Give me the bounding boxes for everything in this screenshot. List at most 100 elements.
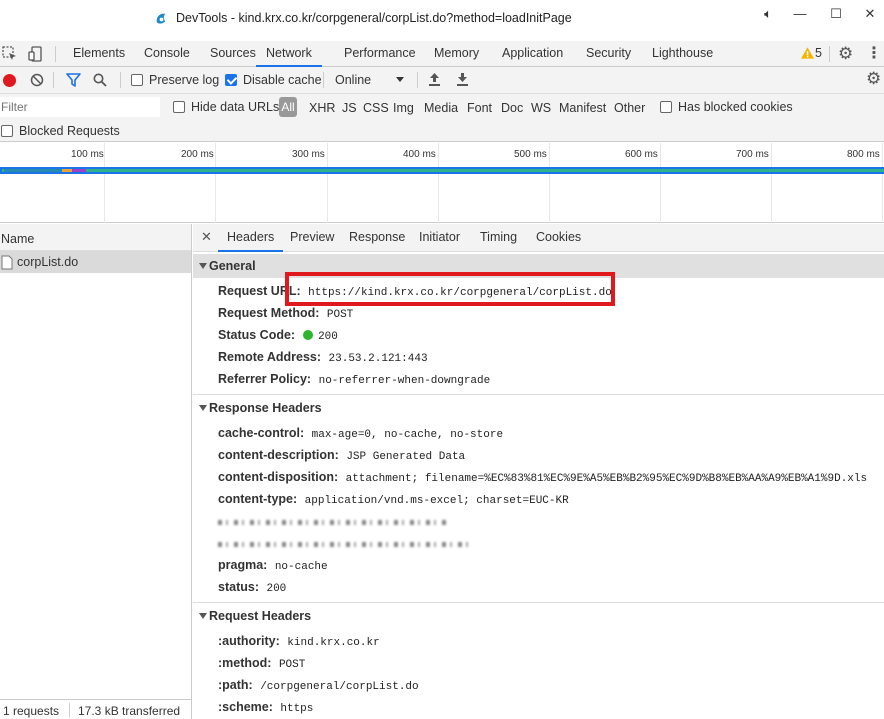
filter-type-other[interactable]: Other (614, 101, 645, 115)
filter-type-img[interactable]: Img (393, 101, 414, 115)
tab-initiator[interactable]: Initiator (419, 224, 460, 252)
throttling-select[interactable]: Online (335, 73, 371, 87)
has-blocked-cookies-label[interactable]: Has blocked cookies (678, 100, 793, 114)
minimize-button[interactable]: — (788, 4, 812, 24)
close-button[interactable]: ✕ (858, 4, 882, 24)
timeline-gridline (104, 143, 105, 223)
header-value[interactable]: 200 (266, 583, 286, 595)
header-key: content-description: (218, 448, 339, 462)
devtools-logo-icon (156, 13, 166, 24)
timeline-gridline (438, 143, 439, 223)
tab-application[interactable]: Application (502, 41, 563, 67)
request-header-row: :path: /corpgeneral/corpList.do (218, 678, 419, 693)
response-header-row: pragma: no-cache (218, 558, 328, 573)
warnings-count[interactable]: 5 (815, 46, 822, 60)
status-code-value[interactable]: 200 (318, 331, 338, 343)
remote-address-value[interactable]: 23.53.2.121:443 (329, 353, 428, 365)
timeline-bar-ssl (72, 169, 86, 172)
hide-data-urls-label[interactable]: Hide data URLs (191, 100, 279, 114)
request-method-key: Request Method: (218, 306, 320, 320)
more-options-icon[interactable]: ⋮ (866, 43, 882, 63)
name-column-label[interactable]: Name (1, 232, 34, 246)
header-value[interactable]: kind.krx.co.kr (287, 637, 379, 649)
preserve-log-checkbox[interactable] (131, 74, 143, 86)
referrer-policy-value[interactable]: no-referrer-when-downgrade (319, 375, 491, 387)
tab-console[interactable]: Console (144, 41, 190, 67)
tab-preview[interactable]: Preview (290, 224, 334, 252)
clear-icon[interactable] (30, 73, 44, 87)
tab-security[interactable]: Security (586, 41, 631, 67)
filter-input[interactable] (0, 97, 160, 117)
request-headers-section-header[interactable]: Request Headers (193, 604, 884, 628)
header-value[interactable]: POST (279, 659, 305, 671)
timeline-overview[interactable]: 100 ms 200 ms 300 ms 400 ms 500 ms 600 m… (0, 143, 884, 223)
tab-response[interactable]: Response (349, 224, 405, 252)
filter-type-media[interactable]: Media (424, 101, 458, 115)
record-icon[interactable] (3, 74, 16, 87)
header-value[interactable]: application/vnd.ms-excel; charset=EUC-KR (305, 495, 569, 507)
preserve-log-label[interactable]: Preserve log (149, 73, 219, 87)
close-details-icon[interactable]: ✕ (201, 229, 212, 245)
timeline-tick-label: 300 ms (292, 149, 325, 160)
search-icon[interactable] (93, 73, 107, 87)
response-headers-section-header[interactable]: Response Headers (193, 396, 884, 420)
request-name[interactable]: corpList.do (17, 255, 78, 269)
header-value[interactable]: https (280, 703, 313, 715)
tab-cookies[interactable]: Cookies (536, 224, 581, 252)
header-value[interactable]: JSP Generated Data (346, 451, 465, 463)
settings-gear-icon[interactable]: ⚙ (838, 44, 853, 64)
caret-down-icon (199, 613, 207, 619)
filter-type-manifest[interactable]: Manifest (559, 101, 606, 115)
timeline-bar-content-download (2, 169, 884, 172)
tab-performance[interactable]: Performance (344, 41, 416, 67)
filter-type-xhr[interactable]: XHR (309, 101, 335, 115)
header-value[interactable]: attachment; filename=%EC%83%81%EC%9E%A5%… (346, 473, 868, 485)
filter-type-ws[interactable]: WS (531, 101, 551, 115)
disable-cache-checkbox[interactable] (225, 74, 237, 86)
disable-cache-label[interactable]: Disable cache (243, 73, 322, 87)
filter-icon[interactable] (66, 73, 81, 87)
response-header-row: content-disposition: attachment; filenam… (218, 470, 867, 485)
header-value[interactable]: no-cache (275, 561, 328, 573)
tab-sources[interactable]: Sources (210, 41, 256, 67)
tab-elements[interactable]: Elements (73, 41, 125, 67)
filter-type-css[interactable]: CSS (363, 101, 389, 115)
response-header-row: content-type: application/vnd.ms-excel; … (218, 492, 569, 507)
filter-type-doc[interactable]: Doc (501, 101, 523, 115)
header-key: content-type: (218, 492, 298, 506)
filter-type-all[interactable]: All (279, 97, 297, 117)
tab-memory[interactable]: Memory (434, 41, 479, 67)
blocked-requests-checkbox[interactable] (1, 125, 13, 137)
timeline-tick-label: 100 ms (71, 149, 104, 160)
filter-type-font[interactable]: Font (467, 101, 492, 115)
warning-icon[interactable] (801, 47, 814, 59)
tab-lighthouse[interactable]: Lighthouse (652, 41, 713, 67)
speaker-icon[interactable]: 🔈︎ (756, 4, 780, 24)
header-value[interactable]: max-age=0, no-cache, no-store (312, 429, 503, 441)
device-toolbar-icon[interactable] (28, 46, 44, 62)
toolbar-divider (323, 72, 324, 88)
redacted-header-row (218, 520, 448, 525)
hide-data-urls-checkbox[interactable] (173, 101, 185, 113)
filter-type-js[interactable]: JS (342, 101, 357, 115)
name-column-header[interactable]: Name (0, 224, 191, 251)
request-row[interactable]: corpList.do (0, 251, 191, 273)
blocked-requests-label[interactable]: Blocked Requests (19, 124, 120, 138)
chevron-down-icon[interactable] (396, 77, 404, 82)
export-har-icon[interactable] (456, 72, 469, 87)
timeline-tick-label: 600 ms (625, 149, 658, 160)
import-har-icon[interactable] (428, 72, 441, 87)
inspect-element-icon[interactable] (2, 46, 18, 62)
response-headers-title: Response Headers (209, 401, 322, 415)
request-method-value[interactable]: POST (327, 309, 353, 321)
has-blocked-cookies-checkbox[interactable] (660, 101, 672, 113)
request-header-row: :scheme: https (218, 700, 313, 715)
tab-network[interactable]: Network (256, 41, 322, 67)
tab-timing[interactable]: Timing (480, 224, 517, 252)
tab-headers[interactable]: Headers (218, 224, 284, 252)
network-settings-gear-icon[interactable]: ⚙ (866, 69, 881, 89)
header-key: status: (218, 580, 259, 594)
maximize-button[interactable]: ☐ (824, 4, 848, 24)
timeline-tick-label: 400 ms (403, 149, 436, 160)
header-value[interactable]: /corpgeneral/corpList.do (260, 681, 418, 693)
